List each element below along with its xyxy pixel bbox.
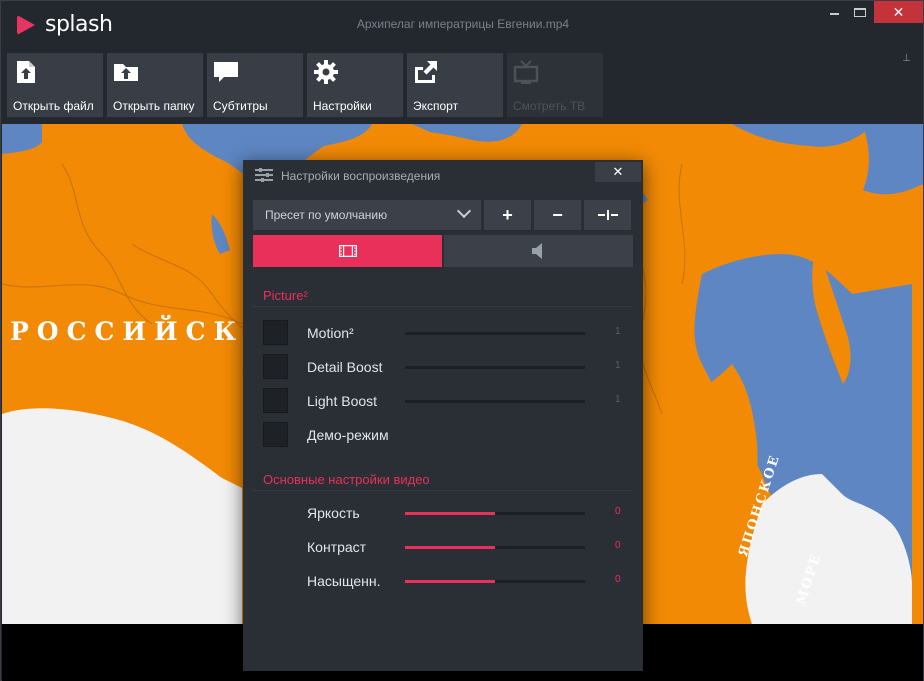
- gear-icon: [314, 60, 338, 84]
- panel-close-button[interactable]: ✕: [595, 162, 641, 182]
- preset-value: Пресет по умолчанию: [265, 208, 388, 222]
- export-button[interactable]: Экспорт: [407, 53, 503, 117]
- reset-icon: [597, 210, 618, 220]
- contrast-row: Контраст 0: [263, 534, 623, 560]
- speaker-icon: [531, 243, 542, 259]
- export-label: Экспорт: [413, 99, 459, 113]
- tab-video[interactable]: [253, 235, 442, 267]
- motion-label: Motion²: [307, 325, 354, 341]
- light-boost-slider[interactable]: [405, 400, 585, 403]
- section-divider: [253, 306, 633, 307]
- maximize-icon: [854, 7, 866, 17]
- brightness-fill: [405, 512, 495, 515]
- brightness-slider[interactable]: [405, 512, 585, 515]
- panel-tabs: [253, 235, 633, 267]
- brightness-value: 0: [615, 506, 621, 517]
- settings-label: Настройки: [313, 99, 372, 113]
- chevron-down-icon: [456, 203, 472, 219]
- contrast-fill: [405, 546, 495, 549]
- panel-title: Настройки воспроизведения: [281, 169, 441, 183]
- contrast-label: Контраст: [307, 539, 367, 555]
- open-file-label: Открыть файл: [13, 99, 94, 113]
- detail-boost-row: Detail Boost 1: [263, 354, 623, 380]
- preset-select[interactable]: Пресет по умолчанию: [253, 200, 481, 230]
- motion-checkbox[interactable]: [263, 320, 288, 345]
- brightness-label: Яркость: [307, 505, 360, 521]
- light-boost-label: Light Boost: [307, 393, 378, 409]
- saturation-row: Насыщенн. 0: [263, 568, 623, 594]
- open-folder-icon: [114, 64, 138, 81]
- tv-icon: [513, 60, 539, 84]
- settings-button[interactable]: Настройки: [307, 53, 403, 117]
- map-country-label: РОССИЙСКА: [10, 317, 273, 346]
- subtitles-label: Субтитры: [213, 99, 268, 113]
- light-boost-row: Light Boost 1: [263, 388, 623, 414]
- motion-slider[interactable]: [405, 332, 585, 335]
- close-icon: ✕: [892, 3, 905, 20]
- picture-section-title: Picture²: [263, 288, 308, 303]
- watch-tv-button[interactable]: Смотреть ТВ: [507, 53, 603, 117]
- section-divider: [253, 490, 633, 491]
- film-icon: [338, 245, 357, 257]
- contrast-value: 0: [615, 540, 621, 551]
- minimize-button[interactable]: [821, 1, 847, 23]
- watch-tv-label: Смотреть ТВ: [513, 99, 586, 113]
- close-icon: ✕: [612, 164, 624, 179]
- splash-player-window: splash Архипелаг императрицы Евгении.mp4…: [0, 0, 924, 681]
- detail-boost-value: 1: [615, 360, 621, 371]
- preset-row: Пресет по умолчанию + −: [253, 200, 631, 230]
- demo-mode-checkbox[interactable]: [263, 422, 288, 447]
- tab-audio[interactable]: [444, 235, 633, 267]
- detail-boost-slider[interactable]: [405, 366, 585, 369]
- title-bar: splash Архипелаг императрицы Евгении.mp4…: [1, 1, 923, 47]
- add-preset-button[interactable]: +: [484, 200, 531, 230]
- motion-row: Motion² 1: [263, 320, 623, 346]
- saturation-value: 0: [615, 574, 621, 585]
- demo-mode-row: Демо-режим: [263, 422, 623, 448]
- close-window-button[interactable]: ✕: [874, 1, 923, 23]
- saturation-label: Насыщенн.: [307, 573, 381, 589]
- demo-mode-label: Демо-режим: [307, 427, 389, 443]
- main-toolbar: Открыть файл Открыть папку Субтитры Наст…: [7, 53, 603, 117]
- playback-settings-panel: Настройки воспроизведения ✕ Пресет по ум…: [243, 160, 643, 671]
- export-icon: [415, 61, 437, 83]
- brightness-row: Яркость 0: [263, 500, 623, 526]
- pin-toolbar-icon[interactable]: ⊥: [902, 53, 911, 64]
- subtitles-button[interactable]: Субтитры: [207, 53, 303, 117]
- maximize-button[interactable]: [847, 1, 873, 23]
- detail-boost-label: Detail Boost: [307, 359, 383, 375]
- light-boost-checkbox[interactable]: [263, 388, 288, 413]
- panel-header: Настройки воспроизведения ✕: [243, 160, 643, 190]
- video-section-title: Основные настройки видео: [263, 472, 430, 487]
- saturation-fill: [405, 580, 495, 583]
- subtitles-icon: [214, 62, 238, 82]
- light-boost-value: 1: [615, 394, 621, 405]
- sliders-icon: [255, 168, 273, 182]
- motion-value: 1: [615, 326, 621, 337]
- contrast-slider[interactable]: [405, 546, 585, 549]
- open-folder-button[interactable]: Открыть папку: [107, 53, 203, 117]
- open-file-button[interactable]: Открыть файл: [7, 53, 103, 117]
- saturation-slider[interactable]: [405, 580, 585, 583]
- minimize-icon: [829, 13, 839, 15]
- window-title: Архипелаг императрицы Евгении.mp4: [356, 17, 570, 31]
- open-file-icon: [17, 61, 35, 83]
- detail-boost-checkbox[interactable]: [263, 354, 288, 379]
- open-folder-label: Открыть папку: [113, 99, 195, 113]
- remove-preset-button[interactable]: −: [534, 200, 581, 230]
- reset-preset-button[interactable]: [584, 200, 631, 230]
